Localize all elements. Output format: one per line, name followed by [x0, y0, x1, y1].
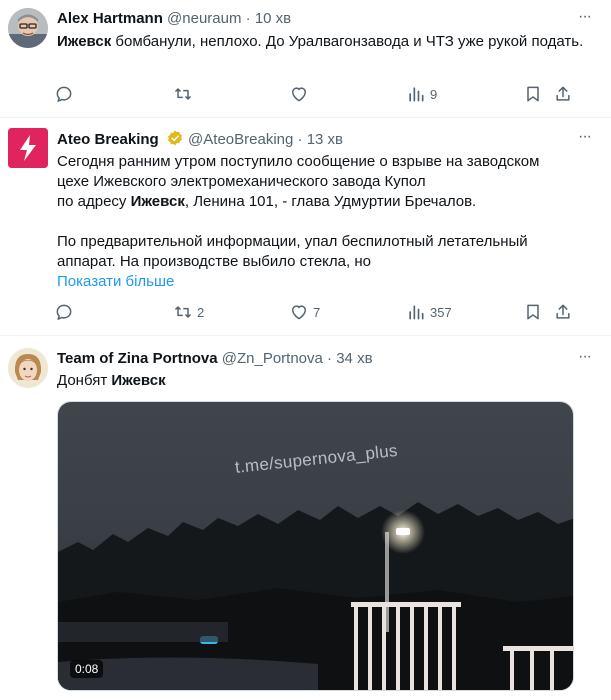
retweet-icon [175, 306, 191, 318]
views-button[interactable]: 357 [406, 300, 452, 324]
retweet-count: 2 [197, 304, 205, 320]
avatar[interactable] [8, 8, 48, 48]
heart-icon [292, 87, 306, 102]
show-more-link[interactable]: Показати більше [57, 272, 587, 292]
tweet-text-fragment: , Ленина 101, - глава Удмуртии Бречалов. [184, 193, 477, 210]
tweet-text-fragment: по адресу [57, 193, 131, 210]
lightning-bolt-icon [8, 128, 48, 168]
author-handle[interactable]: @Zn_Portnova [222, 350, 323, 367]
separator-dot: · [245, 10, 251, 27]
retweet-icon [175, 88, 191, 100]
views-count: 357 [430, 304, 452, 320]
views-button[interactable]: 9 [406, 82, 437, 106]
tweet-text: Донбят Ижевск [57, 371, 587, 391]
share-icon [556, 304, 570, 319]
analytics-icon [409, 305, 424, 320]
reply-button[interactable] [54, 300, 74, 324]
retweet-button[interactable]: 2 [173, 300, 204, 324]
avatar-image [8, 8, 48, 48]
timestamp[interactable]: 13 хв [307, 131, 343, 148]
bookmark-icon [527, 304, 539, 320]
more-options-icon[interactable]: ··· [578, 348, 592, 366]
avatar-image [8, 348, 48, 388]
tweet-text-line: Сегодня ранним утром поступило сообщение… [57, 153, 540, 170]
share-button[interactable] [553, 300, 573, 324]
tweet-text-rest: бомбанули, неплохо. До Уралвагонзавода и… [111, 33, 584, 50]
like-button[interactable] [289, 82, 309, 106]
author-name[interactable]: Ateo Breaking [57, 131, 159, 148]
more-options-icon[interactable]: ··· [578, 128, 592, 146]
analytics-icon [409, 87, 424, 102]
separator-dot: · [327, 350, 333, 367]
retweet-button[interactable] [173, 82, 193, 106]
like-button[interactable]: 7 [289, 300, 320, 324]
tweet-ateo-breaking[interactable]: Ateo Breaking @AteoBreaking · 13 хв ··· … [0, 118, 611, 336]
author-handle[interactable]: @AteoBreaking [188, 131, 293, 148]
author-handle[interactable]: @neuraum [167, 10, 241, 27]
more-options-icon[interactable]: ··· [578, 8, 592, 26]
like-count: 7 [313, 304, 321, 320]
tweet-header: Team of Zina Portnova @Zn_Portnova · 34 … [57, 349, 373, 369]
bookmark-button[interactable] [523, 82, 543, 106]
reply-icon [56, 304, 72, 320]
action-bar: 9 [52, 82, 582, 106]
timestamp[interactable]: 10 хв [255, 10, 291, 27]
heart-icon [292, 305, 306, 320]
separator-dot: · [297, 131, 303, 148]
video-player[interactable]: t.me/supernova_plus 0:08 [57, 401, 574, 691]
tweet-text-paragraph: По предварительной информации, упал бесп… [57, 233, 528, 270]
video-duration-badge: 0:08 [70, 660, 104, 678]
author-name[interactable]: Team of Zina Portnova [57, 350, 218, 367]
highlighted-term: Ижевск [130, 193, 185, 210]
bookmark-icon [527, 86, 539, 102]
bookmark-button[interactable] [523, 300, 543, 324]
highlighted-term: Ижевск [111, 372, 166, 389]
share-button[interactable] [553, 82, 573, 106]
avatar[interactable] [8, 348, 48, 388]
share-icon [556, 86, 570, 101]
action-bar: 2 7 357 [52, 300, 582, 324]
tweet-text-fragment: Донбят [57, 372, 112, 389]
video-thumbnail [58, 402, 573, 690]
reply-icon [56, 86, 72, 102]
timestamp[interactable]: 34 хв [336, 350, 372, 367]
views-count: 9 [430, 86, 438, 102]
tweet-alex-hartmann[interactable]: Alex Hartmann @neuraum · 10 хв ··· Ижевс… [0, 0, 611, 118]
verified-badge-icon[interactable] [166, 129, 184, 147]
author-name[interactable]: Alex Hartmann [57, 10, 163, 27]
tweet-text-line: по адресу Ижевск, Ленина 101, - глава Уд… [57, 192, 587, 212]
tweet-header: Ateo Breaking @AteoBreaking · 13 хв [57, 129, 343, 150]
highlighted-term: Ижевск [57, 33, 112, 50]
tweet-header: Alex Hartmann @neuraum · 10 хв [57, 9, 291, 29]
reply-button[interactable] [54, 82, 74, 106]
avatar[interactable] [8, 128, 48, 168]
tweet-text-line: цехе Ижевского электромеханического заво… [57, 173, 426, 190]
tweet-text: Сегодня ранним утром поступило сообщение… [57, 152, 587, 292]
tweet-text: Ижевск бомбанули, неплохо. До Уралвагонз… [57, 32, 587, 52]
